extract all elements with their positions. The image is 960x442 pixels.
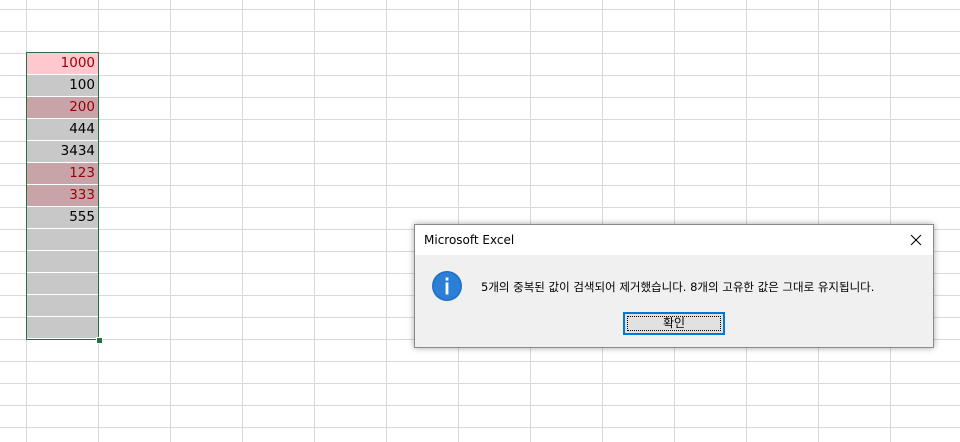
dialog-close-button[interactable]: [899, 225, 933, 255]
dialog-message: 5개의 중복된 값이 검색되어 제거했습니다. 8개의 고유한 값은 그대로 유…: [481, 280, 875, 294]
cell[interactable]: 123: [27, 163, 98, 184]
column-gridline: [602, 0, 603, 442]
cell[interactable]: [27, 273, 98, 294]
column-gridline: [530, 0, 531, 442]
cell[interactable]: 3434: [27, 141, 98, 162]
cell[interactable]: 200: [27, 97, 98, 118]
row-gridline: [0, 405, 960, 406]
column-gridline: [170, 0, 171, 442]
info-icon: [432, 271, 462, 301]
column-gridline: [746, 0, 747, 442]
cell[interactable]: 555: [27, 207, 98, 228]
row-gridline: [0, 9, 960, 10]
row-gridline: [0, 53, 960, 54]
fill-handle[interactable]: [96, 337, 103, 344]
cell[interactable]: 100: [27, 75, 98, 96]
cell[interactable]: [27, 295, 98, 316]
cell[interactable]: 333: [27, 185, 98, 206]
spreadsheet-grid[interactable]: 1000 100 200 444 3434 123 333 555: [0, 0, 960, 442]
column-gridline: [386, 0, 387, 442]
message-dialog: Microsoft Excel 5개의 중복된 값이 검색되어 제거했습니다. …: [414, 224, 934, 348]
dialog-body: 5개의 중복된 값이 검색되어 제거했습니다. 8개의 고유한 값은 그대로 유…: [415, 255, 933, 347]
column-gridline: [818, 0, 819, 442]
close-icon: [910, 234, 922, 246]
row-gridline: [0, 383, 960, 384]
row-gridline: [0, 427, 960, 428]
cell[interactable]: [27, 251, 98, 272]
dialog-title: Microsoft Excel: [424, 233, 515, 247]
row-gridline: [0, 207, 960, 208]
cell[interactable]: [27, 229, 98, 250]
row-gridline: [0, 185, 960, 186]
column-gridline: [890, 0, 891, 442]
dialog-titlebar[interactable]: Microsoft Excel: [415, 225, 933, 255]
row-gridline: [0, 141, 960, 142]
column-gridline: [242, 0, 243, 442]
column-gridline: [314, 0, 315, 442]
row-gridline: [0, 75, 960, 76]
column-gridline: [674, 0, 675, 442]
column-gridline: [98, 0, 99, 442]
row-gridline: [0, 31, 960, 32]
column-gridline: [458, 0, 459, 442]
cell[interactable]: [27, 317, 98, 338]
row-gridline: [0, 163, 960, 164]
cell[interactable]: 1000: [27, 53, 98, 74]
cell[interactable]: 444: [27, 119, 98, 140]
row-gridline: [0, 361, 960, 362]
ok-button-label: 확인: [662, 316, 686, 330]
ok-button[interactable]: 확인: [623, 312, 725, 335]
row-gridline: [0, 119, 960, 120]
row-gridline: [0, 97, 960, 98]
